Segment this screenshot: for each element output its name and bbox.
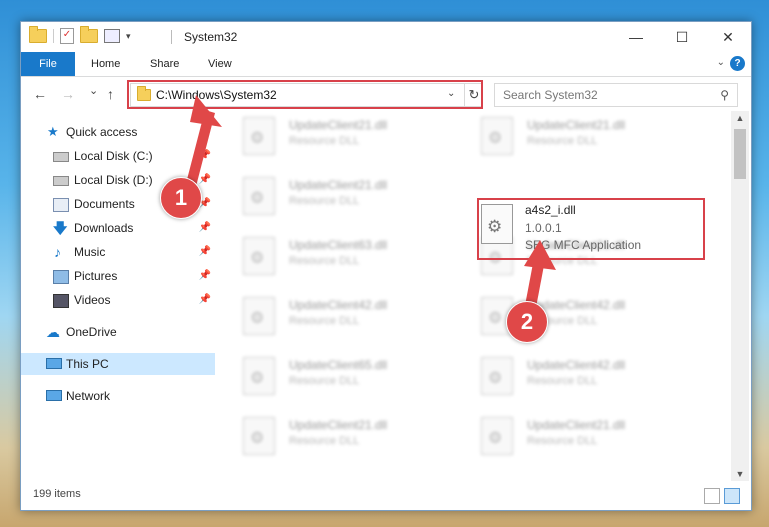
arrow-1-head [190,95,222,127]
annotation-arrows [183,95,556,318]
arrow-2-head [524,240,556,270]
step-2-badge: 2 [506,301,548,343]
step-1-badge: 1 [160,177,202,219]
